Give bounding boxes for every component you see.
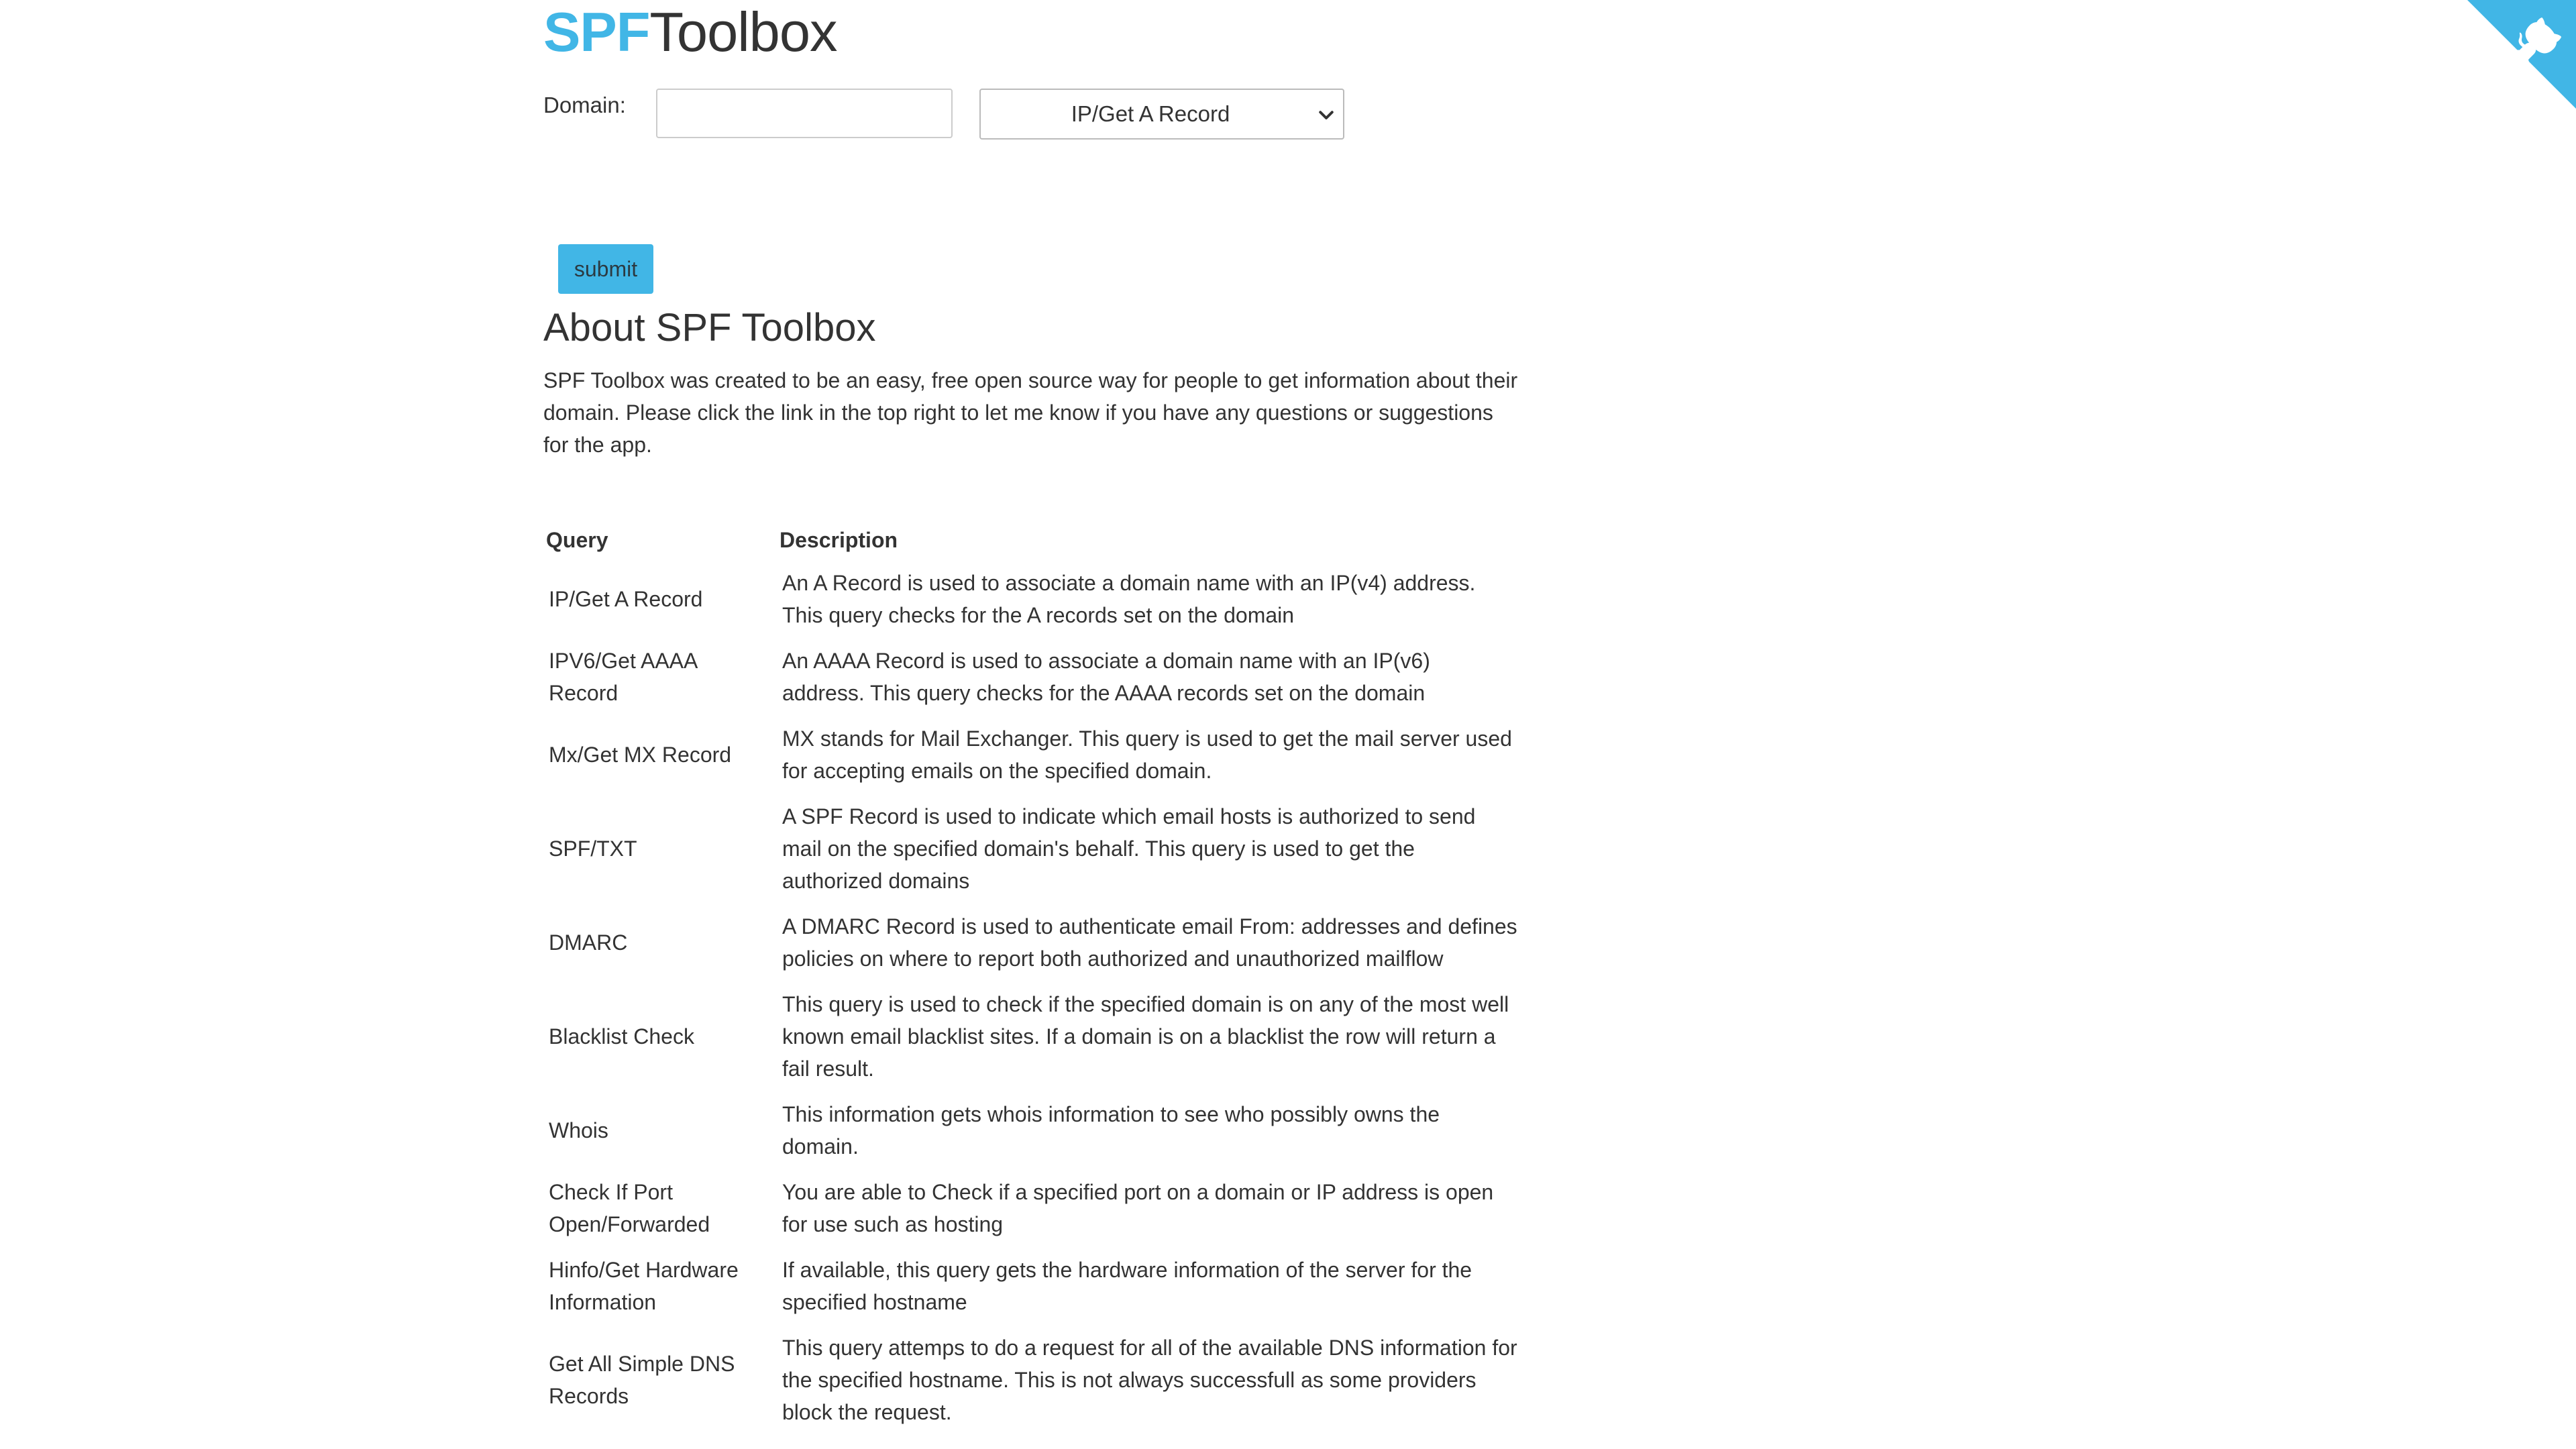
domain-input[interactable] [656, 89, 953, 138]
app-logo: SPFToolbox [543, 1, 838, 63]
description-cell: This query is used to check if the speci… [782, 992, 1509, 1081]
table-row: Get All Simple DNS Records This query at… [543, 1325, 1523, 1435]
record-type-select[interactable]: IP/Get A Record [979, 89, 1344, 140]
table-row: IP/Get A Record An A Record is used to a… [543, 560, 1523, 638]
description-cell: An AAAA Record is used to associate a do… [782, 649, 1430, 705]
about-heading: About SPF Toolbox [543, 306, 876, 350]
chevron-down-icon [1319, 111, 1334, 119]
logo-rest: Toolbox [649, 1, 837, 63]
logo-accent: SPF [543, 1, 650, 63]
description-cell: If available, this query gets the hardwa… [782, 1258, 1472, 1314]
table-row: Hinfo/Get Hardware Information If availa… [543, 1247, 1523, 1325]
query-cell: DMARC [549, 930, 628, 955]
github-corner-link[interactable] [2467, 0, 2576, 109]
query-cell: Mx/Get MX Record [549, 743, 732, 767]
description-cell: An A Record is used to associate a domai… [782, 571, 1476, 627]
table-row: DMARC A DMARC Record is used to authenti… [543, 904, 1523, 981]
query-cell: IP/Get A Record [549, 587, 703, 611]
description-cell: This query attemps to do a request for a… [782, 1336, 1517, 1424]
table-row: SPF/TXT A SPF Record is used to indicate… [543, 794, 1523, 904]
table-row: Whois This information gets whois inform… [543, 1091, 1523, 1169]
query-cell: SPF/TXT [549, 837, 637, 861]
table-row: Mx/Get MX Record MX stands for Mail Exch… [543, 716, 1523, 794]
domain-label: Domain: [543, 93, 626, 117]
description-cell: You are able to Check if a specified por… [782, 1180, 1494, 1236]
query-cell: IPV6/Get AAAA Record [549, 649, 697, 705]
query-cell: Get All Simple DNS Records [549, 1352, 735, 1408]
description-cell: This information gets whois information … [782, 1102, 1440, 1159]
description-cell: A DMARC Record is used to authenticate e… [782, 914, 1517, 971]
query-cell: Check If Port Open/Forwarded [549, 1180, 710, 1236]
query-cell: Hinfo/Get Hardware Information [549, 1258, 739, 1314]
description-cell: A SPF Record is used to indicate which e… [782, 804, 1476, 893]
description-column-header: Description [780, 528, 898, 552]
table-row: Blacklist Check This query is used to ch… [543, 981, 1523, 1091]
description-cell: MX stands for Mail Exchanger. This query… [782, 727, 1512, 783]
record-type-selected: IP/Get A Record [1071, 101, 1230, 126]
query-cell: Whois [549, 1118, 608, 1142]
table-header-row: Query Description [543, 520, 1523, 560]
query-column-header: Query [546, 528, 608, 552]
table-row: Check If Port Open/Forwarded You are abl… [543, 1169, 1523, 1247]
submit-button[interactable]: submit [558, 244, 653, 294]
query-cell: Blacklist Check [549, 1024, 694, 1049]
about-text: SPF Toolbox was created to be an easy, f… [543, 368, 1518, 457]
table-row: IPV6/Get AAAA Record An AAAA Record is u… [543, 638, 1523, 716]
query-description-table: Query Description IP/Get A Record An A R… [543, 520, 1523, 1435]
